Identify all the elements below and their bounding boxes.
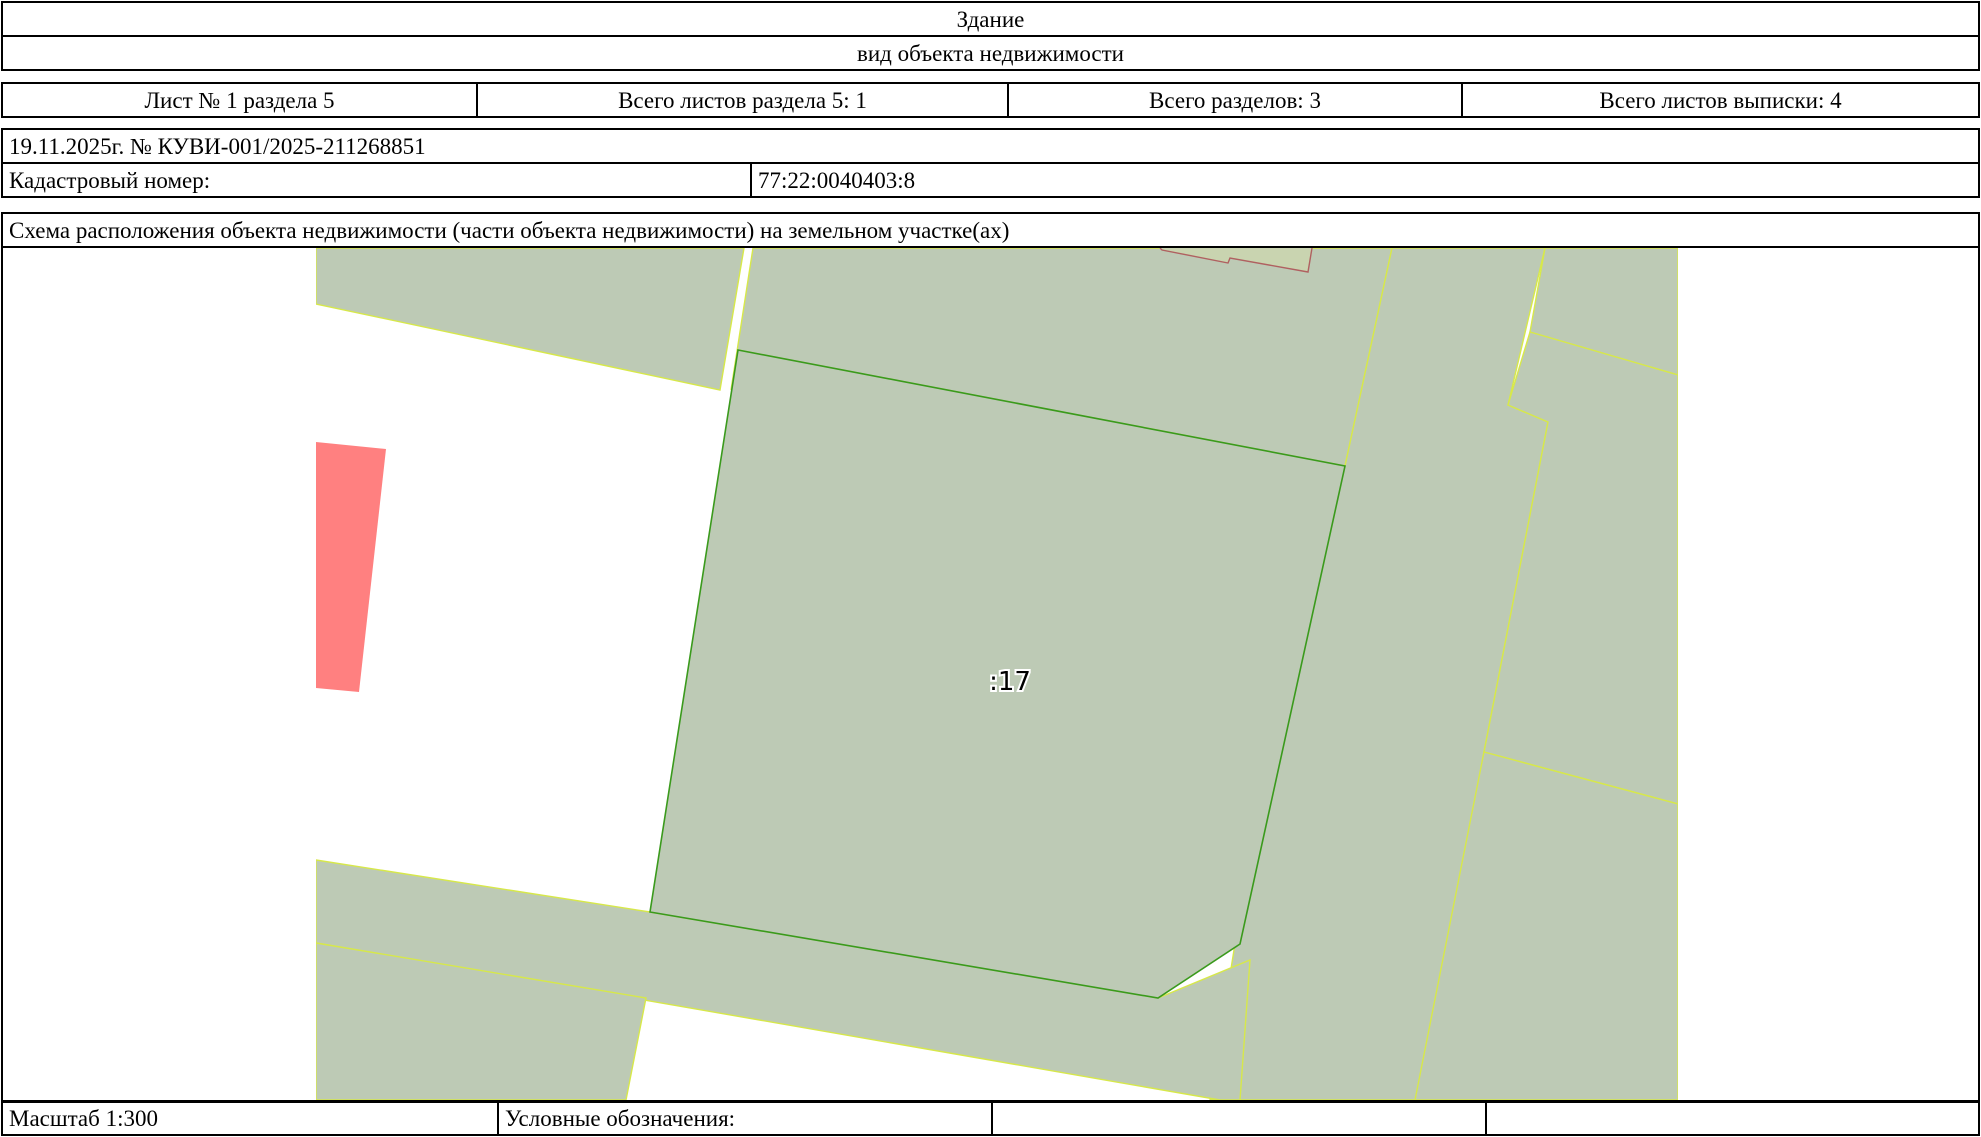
map-scale: Масштаб 1:300	[9, 1105, 158, 1131]
extract-number-row: 19.11.2025г. № КУВИ-001/2025-211268851	[1, 128, 1980, 164]
total-sections: Всего разделов: 3	[1007, 84, 1461, 116]
scheme-map-frame	[1, 246, 1980, 1103]
scheme-title-row: Схема расположения объекта недвижимости …	[1, 212, 1980, 248]
object-type: Здание	[956, 6, 1025, 32]
sheet-number: Лист № 1 раздела 5	[144, 87, 335, 113]
sheet-info-row: Лист № 1 раздела 5 Всего листов раздела …	[1, 82, 1980, 118]
legend-label: Условные обозначения:	[497, 1102, 991, 1134]
extract-date-number: 19.11.2025г. № КУВИ-001/2025-211268851	[9, 133, 426, 159]
legend-cell	[991, 1102, 1485, 1134]
object-kind-row: вид объекта недвижимости	[1, 35, 1980, 71]
footer-row: Масштаб 1:300 Условные обозначения:	[1, 1100, 1980, 1136]
total-sheets-extract: Всего листов выписки: 4	[1461, 84, 1978, 116]
cadastral-number-label: Кадастровый номер:	[9, 167, 211, 193]
total-sheets-section: Всего листов раздела 5: 1	[476, 84, 1007, 116]
object-type-row: Здание	[1, 1, 1980, 37]
cadastral-row: Кадастровый номер: 77:22:0040403:8	[1, 162, 1980, 198]
legend-cell	[1485, 1102, 1978, 1134]
cadastral-number-value: 77:22:0040403:8	[750, 164, 1978, 196]
scheme-title: Схема расположения объекта недвижимости …	[9, 217, 1010, 243]
object-kind-label: вид объекта недвижимости	[857, 40, 1124, 66]
